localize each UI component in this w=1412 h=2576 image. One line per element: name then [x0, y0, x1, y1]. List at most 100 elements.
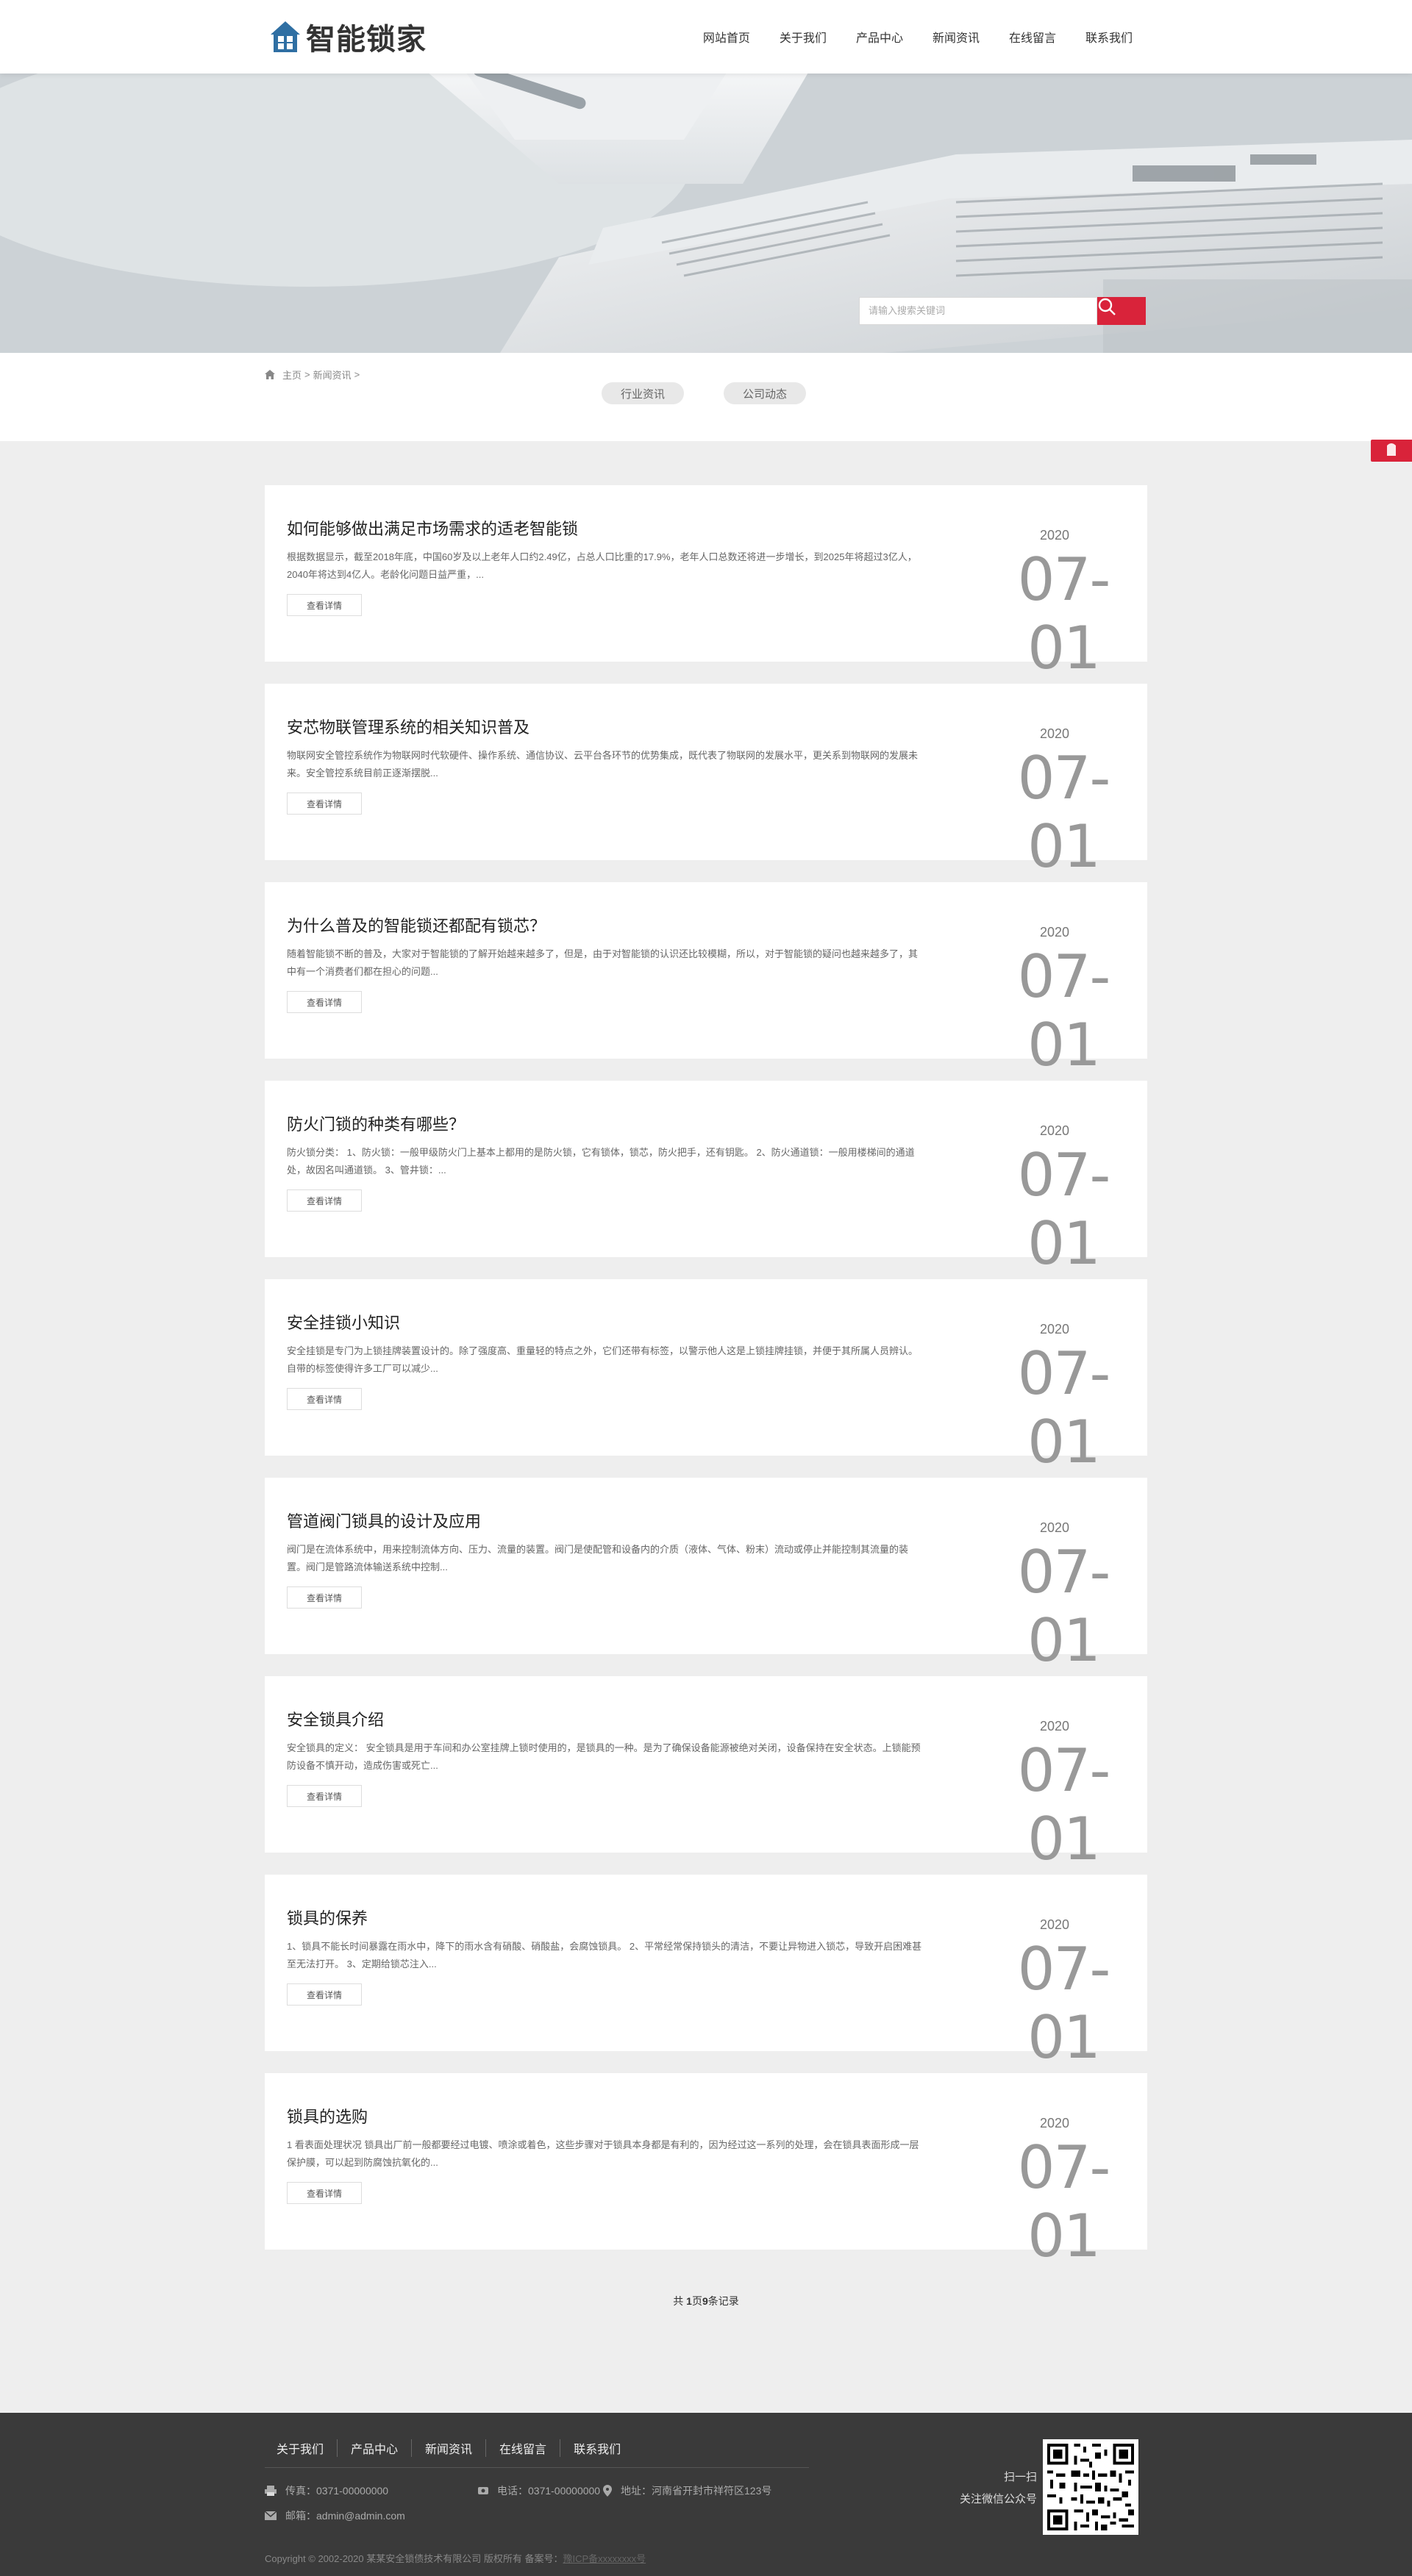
hero-banner: 请输入搜索关键词: [0, 74, 1412, 353]
article-title[interactable]: 为什么普及的智能锁还都配有锁芯？: [287, 913, 546, 937]
article-card[interactable]: 管道阀门锁具的设计及应用 阀门是在流体系统中，用来控制流体方向、压力、流量的装置。…: [265, 1478, 1147, 1675]
article-year: 2020: [1039, 726, 1070, 741]
article-year: 2020: [1039, 1123, 1070, 1138]
footer-phone-text: 电话：0371-00000000: [497, 2485, 601, 2497]
read-more-button[interactable]: 查看详情: [287, 594, 362, 616]
article-card[interactable]: 如何能够做出满足市场需求的适老智能锁根据数据显示，截至2018年底，中国60岁及…: [265, 485, 1147, 682]
footer-nav: 关于我们 产品中心 新闻资讯 在线留言 联系我们: [277, 2439, 634, 2457]
pager-suffix: 条记录: [707, 2295, 739, 2307]
nav-home[interactable]: 网站首页: [703, 28, 750, 46]
article-date: 07-01: [1017, 1538, 1111, 1675]
footer-fax: 传真：0371-00000000: [265, 2483, 388, 2498]
qr-caption-1: 扫一扫: [1003, 2471, 1037, 2483]
breadcrumb-home[interactable]: 主页: [282, 368, 302, 382]
article-date: 07-01: [1017, 1339, 1111, 1476]
footer-link-products[interactable]: 产品中心: [337, 2439, 411, 2457]
article-title[interactable]: 锁具的选购: [287, 2104, 368, 2128]
nav-message[interactable]: 在线留言: [1009, 28, 1056, 46]
article-summary: 根据数据显示，截至2018年底，中国60岁及以上老年人口约2.49亿，占总人口比…: [287, 551, 917, 580]
article-date: 07-01: [1017, 1141, 1111, 1278]
article-card[interactable]: 安芯物联管理系统的相关知识普及物联网安全管控系统作为物联网时代软硬件、操作系统、…: [265, 684, 1147, 881]
read-more-button[interactable]: 查看详情: [287, 793, 362, 815]
footer-address: 地址：河南省开封市祥符区123号: [603, 2483, 771, 2498]
fax-icon: [265, 2486, 277, 2496]
pager-record-count: 9: [702, 2295, 708, 2307]
tab-company-news[interactable]: 公司动态: [724, 382, 806, 404]
tab-industry-news[interactable]: 行业资讯: [602, 382, 684, 404]
pager-mid: 页: [691, 2295, 702, 2307]
copyright-text: Copyright © 2002-2020 某某安全锁债技术有限公司 版权所有 …: [265, 2553, 563, 2564]
copyright: Copyright © 2002-2020 某某安全锁债技术有限公司 版权所有 …: [265, 2551, 646, 2565]
footer-link-contact[interactable]: 联系我们: [560, 2439, 634, 2457]
article-date: 07-01: [1017, 2133, 1111, 2270]
article-year: 2020: [1039, 1520, 1070, 1535]
article-year: 2020: [1039, 1719, 1070, 1734]
footer-link-news[interactable]: 新闻资讯: [411, 2439, 485, 2457]
wechat-qr-code: [1043, 2439, 1138, 2535]
article-card[interactable]: 锁具的选购 1 看表面处理状况 锁具出厂前一般都要经过电镀、喷涂或着色，这些步骤对…: [265, 2073, 1147, 2270]
footer-fax-text: 传真：0371-00000000: [285, 2485, 389, 2497]
site-header: 智能锁家 网站首页 关于我们 产品中心 新闻资讯 在线留言 联系我们: [0, 0, 1412, 74]
article-date: 07-01: [1017, 1935, 1111, 2072]
nav-news[interactable]: 新闻资讯: [933, 28, 980, 46]
nav-products[interactable]: 产品中心: [856, 28, 903, 46]
article-card[interactable]: 安全挂锁小知识 安全挂锁是专门为上锁挂牌装置设计的。除了强度高、重量轻的特点之外，…: [265, 1279, 1147, 1476]
side-float-tab[interactable]: [1371, 440, 1412, 462]
read-more-button[interactable]: 查看详情: [287, 1586, 362, 1609]
mail-icon: [265, 2511, 277, 2520]
article-summary: 随着智能锁不断的普及，大家对于智能锁的了解开始越来越多了，但是，由于对智能锁的认…: [287, 948, 919, 977]
breadcrumb-current[interactable]: 新闻资讯: [313, 368, 352, 382]
article-year: 2020: [1039, 528, 1070, 543]
article-card[interactable]: 防火门锁的种类有哪些？ 防火锁分类： 1、防火锁：一般甲级防火门上基本上都用的是防…: [265, 1081, 1147, 1278]
article-summary: 物联网安全管控系统作为物联网时代软硬件、操作系统、通信协议、云平台各环节的优势集…: [287, 750, 919, 779]
category-tabs: 行业资讯 公司动态: [602, 382, 846, 404]
read-more-button[interactable]: 查看详情: [287, 1189, 362, 1212]
article-year: 2020: [1039, 925, 1070, 940]
article-title[interactable]: 锁具的保养: [287, 1906, 368, 1929]
footer-address-text: 地址：河南省开封市祥符区123号: [621, 2485, 772, 2497]
article-card[interactable]: 安全锁具介绍安全锁具的定义： 安全锁具是用于车间和办公室挂牌上锁时使用的，是锁具…: [265, 1676, 1147, 1873]
chat-icon: [1387, 443, 1396, 456]
footer-link-message[interactable]: 在线留言: [485, 2439, 560, 2457]
article-title[interactable]: 安全挂锁小知识: [287, 1310, 400, 1334]
read-more-button[interactable]: 查看详情: [287, 991, 362, 1013]
article-summary: 1、锁具不能长时间暴露在雨水中，降下的雨水含有硝酸、硝酸盐，会腐蚀锁具。 2、平…: [287, 1941, 922, 1969]
article-card[interactable]: 为什么普及的智能锁还都配有锁芯？ 随着智能锁不断的普及，大家对于智能锁的了解开始越…: [265, 882, 1147, 1079]
article-title[interactable]: 管道阀门锁具的设计及应用: [287, 1509, 481, 1532]
footer-divider: [265, 2467, 809, 2468]
site-footer: 关于我们 产品中心 新闻资讯 在线留言 联系我们 传真：0371-0000000…: [0, 2413, 1412, 2576]
location-pin-icon: [603, 2485, 612, 2497]
house-lock-icon: [268, 18, 303, 55]
article-title[interactable]: 安全锁具介绍: [287, 1707, 384, 1731]
article-title[interactable]: 如何能够做出满足市场需求的适老智能锁: [287, 516, 578, 540]
article-summary: 安全锁具的定义： 安全锁具是用于车间和办公室挂牌上锁时使用的，是锁具的一种。是为…: [287, 1742, 921, 1771]
breadcrumb: 主页 > 新闻资讯 >: [265, 368, 360, 382]
article-date: 07-01: [1017, 1736, 1111, 1873]
read-more-button[interactable]: 查看详情: [287, 1983, 362, 2006]
search-input[interactable]: 请输入搜索关键词: [859, 297, 1097, 325]
home-icon: [265, 370, 275, 379]
article-year: 2020: [1039, 1917, 1070, 1932]
article-year: 2020: [1039, 1322, 1070, 1337]
pagination-summary: 共 1页9条记录: [0, 2294, 1412, 2308]
article-title[interactable]: 防火门锁的种类有哪些？: [287, 1112, 465, 1135]
footer-phone: 电话：0371-00000000: [478, 2483, 600, 2498]
search-button[interactable]: [1097, 297, 1146, 325]
newspaper-illustration: [0, 74, 1412, 353]
nav-about[interactable]: 关于我们: [780, 28, 827, 46]
article-title[interactable]: 安芯物联管理系统的相关知识普及: [287, 715, 530, 738]
article-card[interactable]: 锁具的保养 1、锁具不能长时间暴露在雨水中，降下的雨水含有硝酸、硝酸盐，会腐蚀锁具…: [265, 1875, 1147, 2072]
read-more-button[interactable]: 查看详情: [287, 1785, 362, 1807]
article-year: 2020: [1039, 2116, 1070, 2130]
main-nav: 网站首页 关于我们 产品中心 新闻资讯 在线留言 联系我们: [703, 28, 1133, 46]
read-more-button[interactable]: 查看详情: [287, 1388, 362, 1410]
logo[interactable]: 智能锁家: [268, 18, 427, 57]
read-more-button[interactable]: 查看详情: [287, 2182, 362, 2204]
search-icon: [1098, 298, 1116, 315]
logo-text: 智能锁家: [306, 22, 427, 57]
qr-caption-2: 关注微信公众号: [959, 2493, 1037, 2505]
breadcrumb-separator: >: [304, 369, 310, 380]
footer-link-about[interactable]: 关于我们: [277, 2439, 337, 2457]
icp-link[interactable]: 豫ICP备xxxxxxxx号: [563, 2553, 646, 2564]
nav-contact[interactable]: 联系我们: [1085, 28, 1133, 46]
